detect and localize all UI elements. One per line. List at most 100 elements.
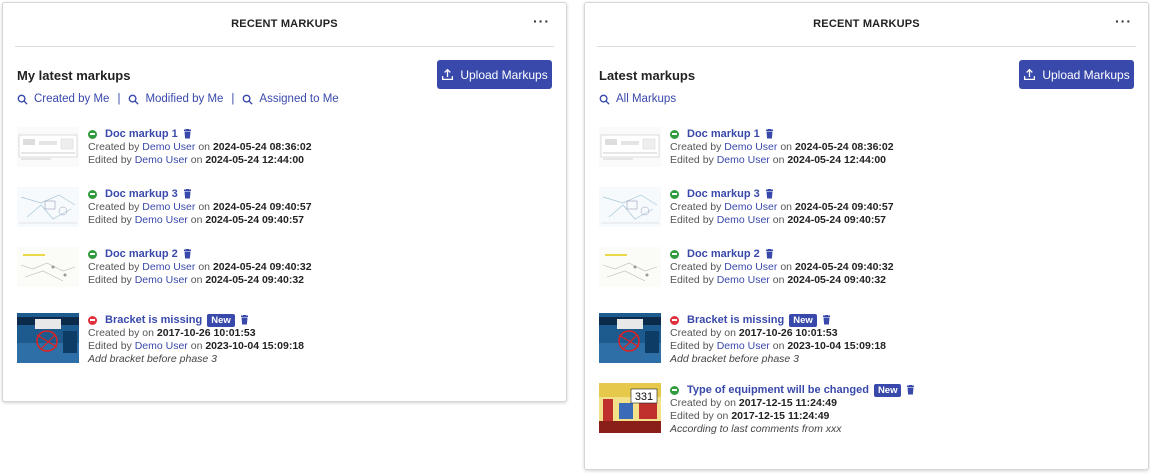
trash-icon[interactable] xyxy=(183,249,192,259)
edited-timestamp: 2024-05-24 09:40:57 xyxy=(787,214,887,226)
section-title: My latest markups xyxy=(17,68,131,83)
created-prefix: Created by xyxy=(670,201,722,213)
filter-modified-by-me[interactable]: Modified by Me xyxy=(128,93,223,105)
trash-icon[interactable] xyxy=(183,129,192,139)
created-timestamp: 2024-05-24 09:40:32 xyxy=(212,261,312,273)
created-prefix: Created by xyxy=(88,261,140,273)
created-timestamp: 2017-10-26 10:01:53 xyxy=(738,327,838,339)
markup-thumbnail[interactable] xyxy=(17,127,79,167)
edited-user-link[interactable]: Demo User xyxy=(717,340,770,352)
markup-item: Doc markup 1 Created by Demo User on 202… xyxy=(17,127,547,177)
edited-on: on xyxy=(772,340,785,352)
created-line: Created by Demo User on 2024-05-24 08:36… xyxy=(88,141,312,154)
markup-title[interactable]: Doc markup 1 xyxy=(105,128,178,141)
upload-markups-label: Upload Markups xyxy=(1042,67,1130,82)
created-user-link[interactable]: Demo User xyxy=(724,141,777,153)
search-icon xyxy=(243,94,253,105)
created-prefix: Created by xyxy=(88,327,140,339)
created-line: Created by Demo User on 2024-05-24 09:40… xyxy=(670,261,894,274)
markup-item: Doc markup 1 Created by Demo User on 202… xyxy=(599,127,1129,177)
markup-title[interactable]: Doc markup 2 xyxy=(105,248,178,261)
filter-label: Assigned to Me xyxy=(259,93,339,105)
trash-icon[interactable] xyxy=(765,249,774,259)
created-user-link[interactable]: Demo User xyxy=(142,261,195,273)
markup-item: Doc markup 3 Created by Demo User on 202… xyxy=(17,187,547,237)
edited-line: Edited by Demo User on 2024-05-24 12:44:… xyxy=(670,154,894,167)
markup-info: Doc markup 2 Created by Demo User on 202… xyxy=(88,247,312,287)
markup-thumbnail[interactable] xyxy=(17,187,79,227)
markup-info: Doc markup 1 Created by Demo User on 202… xyxy=(88,127,312,167)
edited-user-link[interactable]: Demo User xyxy=(135,154,188,166)
upload-markups-button[interactable]: Upload Markups xyxy=(1019,60,1134,89)
more-options-icon[interactable]: ··· xyxy=(533,13,550,29)
filter-created-by-me[interactable]: Created by Me xyxy=(17,93,109,105)
markup-description: Add bracket before phase 3 xyxy=(88,353,218,365)
edited-user-link[interactable]: Demo User xyxy=(135,340,188,352)
markup-thumbnail[interactable] xyxy=(599,127,661,167)
created-prefix: Created by xyxy=(670,397,722,409)
created-line: Created by Demo User on 2024-05-24 09:40… xyxy=(88,201,312,214)
markup-thumbnail[interactable]: 331 xyxy=(599,383,661,433)
created-prefix: Created by xyxy=(670,327,722,339)
filter-assigned-to-me[interactable]: Assigned to Me xyxy=(242,93,339,105)
upload-icon xyxy=(1024,68,1036,81)
created-on: on xyxy=(780,201,793,213)
edited-prefix: Edited by xyxy=(88,340,132,352)
markup-title[interactable]: Type of equipment will be changed xyxy=(687,384,869,397)
recent-markups-panel-right: RECENT MARKUPS ··· Latest markups Upload… xyxy=(584,2,1149,470)
markup-info: Doc markup 3 Created by Demo User on 202… xyxy=(88,187,312,227)
panel-header: RECENT MARKUPS ··· xyxy=(597,3,1136,47)
created-user-link[interactable]: Demo User xyxy=(724,201,777,213)
filter-label: All Markups xyxy=(616,93,677,105)
markup-title[interactable]: Bracket is missing xyxy=(105,314,202,327)
edited-on: on xyxy=(190,154,203,166)
trash-icon[interactable] xyxy=(822,315,831,325)
markup-thumbnail[interactable] xyxy=(17,313,79,363)
panel-header: RECENT MARKUPS ··· xyxy=(15,3,554,47)
created-prefix: Created by xyxy=(670,261,722,273)
edited-timestamp: 2024-05-24 12:44:00 xyxy=(787,154,887,166)
trash-icon[interactable] xyxy=(240,315,249,325)
created-on: on xyxy=(724,327,736,339)
created-user-link[interactable]: Demo User xyxy=(142,141,195,153)
edited-user-link[interactable]: Demo User xyxy=(717,154,770,166)
markup-thumbnail[interactable] xyxy=(599,313,661,363)
markup-title[interactable]: Bracket is missing xyxy=(687,314,784,327)
created-user-link[interactable]: Demo User xyxy=(724,261,777,273)
markup-thumbnail[interactable] xyxy=(599,187,661,227)
more-options-icon[interactable]: ··· xyxy=(1115,13,1132,29)
edited-user-link[interactable]: Demo User xyxy=(135,274,188,286)
edited-on: on xyxy=(716,410,729,422)
upload-markups-button[interactable]: Upload Markups xyxy=(437,60,552,89)
created-line: Created by Demo User on 2024-05-24 09:40… xyxy=(670,201,894,214)
markup-title[interactable]: Doc markup 3 xyxy=(687,188,760,201)
status-open-icon xyxy=(88,189,97,199)
edited-user-link[interactable]: Demo User xyxy=(135,214,188,226)
edited-prefix: Edited by xyxy=(88,214,132,226)
edited-on: on xyxy=(190,274,203,286)
created-timestamp: 2024-05-24 09:40:57 xyxy=(794,201,894,213)
trash-icon[interactable] xyxy=(183,189,192,199)
created-timestamp: 2024-05-24 09:40:32 xyxy=(794,261,894,273)
edited-on: on xyxy=(772,154,785,166)
edited-on: on xyxy=(190,214,203,226)
markup-title[interactable]: Doc markup 1 xyxy=(687,128,760,141)
trash-icon[interactable] xyxy=(765,129,774,139)
filter-separator: | xyxy=(231,93,235,105)
markup-thumbnail[interactable] xyxy=(17,247,79,287)
status-issue-icon xyxy=(88,315,97,325)
markup-title[interactable]: Doc markup 3 xyxy=(105,188,178,201)
edited-line: Edited by Demo User on 2024-05-24 09:40:… xyxy=(670,274,894,287)
created-timestamp: 2024-05-24 09:40:57 xyxy=(212,201,312,213)
edited-user-link[interactable]: Demo User xyxy=(717,274,770,286)
created-user-link[interactable]: Demo User xyxy=(142,201,195,213)
markup-title[interactable]: Doc markup 2 xyxy=(687,248,760,261)
trash-icon[interactable] xyxy=(765,189,774,199)
markup-thumbnail[interactable] xyxy=(599,247,661,287)
filter-all-markups[interactable]: All Markups xyxy=(599,93,676,105)
search-icon xyxy=(129,94,140,105)
trash-icon[interactable] xyxy=(906,385,915,395)
edited-user-link[interactable]: Demo User xyxy=(717,214,770,226)
created-line: Created by Demo User on 2024-05-24 09:40… xyxy=(88,261,312,274)
search-icon xyxy=(599,94,610,105)
